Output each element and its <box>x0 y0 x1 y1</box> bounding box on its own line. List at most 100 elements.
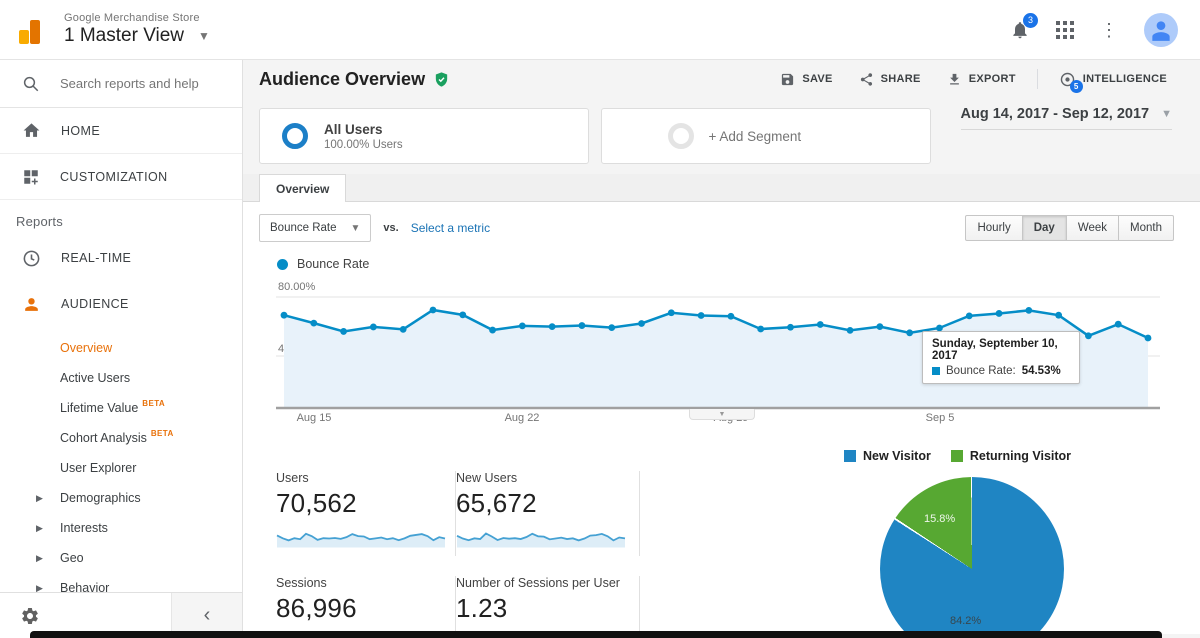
xtick: Aug 15 <box>291 412 337 424</box>
chart-collapse-handle[interactable]: ▼ <box>689 409 755 420</box>
granularity-week[interactable]: Week <box>1067 215 1119 241</box>
metric-value: 70,562 <box>276 488 443 519</box>
sidebar-item-realtime[interactable]: REAL-TIME <box>0 235 242 281</box>
visitor-type-pie-chart[interactable]: 15.8% 84.2% <box>880 477 1064 638</box>
granularity-hourly[interactable]: Hourly <box>965 215 1022 241</box>
search-input[interactable]: Search reports and help <box>0 60 242 108</box>
metric-value: 86,996 <box>276 593 443 624</box>
bounce-rate-chart: 80.00% 40.00% Aug 15 Aug 22 Aug 29 Sep 5… <box>276 281 1166 431</box>
segment-subtitle: 100.00% Users <box>324 139 403 151</box>
sidebar-item-home[interactable]: HOME <box>0 108 242 154</box>
add-segment-button[interactable]: + Add Segment <box>601 108 931 164</box>
home-icon <box>22 121 41 140</box>
expand-arrow-icon: ▶ <box>36 553 43 564</box>
export-label: EXPORT <box>969 73 1016 85</box>
sidebar: Search reports and help HOME CUSTOMIZATI… <box>0 60 243 638</box>
metric-label: New Users <box>456 471 627 485</box>
intelligence-button[interactable]: 5 INTELLIGENCE <box>1050 66 1176 93</box>
subnav-item-active-users[interactable]: Active Users <box>0 363 242 393</box>
toolbar-divider <box>1037 69 1038 89</box>
select-metric-link[interactable]: Select a metric <box>411 221 490 235</box>
series-label: Bounce Rate <box>297 257 369 271</box>
metrics-grid: Users 70,562 New Users 65,672 Sessions 8… <box>276 447 640 638</box>
date-range-selector[interactable]: Aug 14, 2017 - Sep 12, 2017 ▼ <box>961 106 1173 130</box>
tooltip-metric-label: Bounce Rate: <box>946 365 1016 377</box>
avatar[interactable] <box>1144 13 1178 47</box>
subnav-item-cohort-analysis[interactable]: Cohort AnalysisBETA <box>0 423 242 453</box>
xtick: Aug 22 <box>499 412 545 424</box>
account-block: Google Merchandise Store 1 Master View ▼ <box>64 12 210 47</box>
logo-bar-orange <box>30 20 40 44</box>
subnav-item-lifetime-value[interactable]: Lifetime ValueBETA <box>0 393 242 423</box>
intelligence-label: INTELLIGENCE <box>1083 73 1167 85</box>
share-button[interactable]: SHARE <box>850 67 930 92</box>
metric-value: 65,672 <box>456 488 627 519</box>
metric-card-sessions-per-user: Number of Sessions per User 1.23 <box>456 576 640 638</box>
empty-segment-ring-icon <box>668 123 694 149</box>
series-square-icon <box>932 367 940 375</box>
reports-heading: Reports <box>0 200 242 235</box>
subnav-label: Interests <box>60 521 108 535</box>
toolbar-actions: SAVE SHARE EXPORT 5 INTELLIGENCE <box>771 66 1176 93</box>
sidebar-item-label: REAL-TIME <box>61 251 131 265</box>
legend-label: Returning Visitor <box>970 449 1071 463</box>
chevron-left-icon: ‹ <box>204 604 211 627</box>
intelligence-badge: 5 <box>1070 80 1083 93</box>
subnav-item-geo[interactable]: ▶ Geo <box>0 543 242 573</box>
segment-title: All Users <box>324 122 403 137</box>
beta-badge: BETA <box>151 429 174 438</box>
main-content: Audience Overview SAVE SHARE EXPORT <box>243 60 1200 638</box>
chevron-down-icon: ▼ <box>1161 108 1172 120</box>
analytics-logo-icon[interactable] <box>16 14 48 46</box>
subnav-label: Active Users <box>60 371 130 385</box>
date-range-value: Aug 14, 2017 - Sep 12, 2017 <box>961 106 1150 122</box>
metric-dropdown[interactable]: Bounce Rate ▼ <box>259 214 371 242</box>
header-actions: 3 ⋮ <box>1010 13 1200 47</box>
overview-metrics: Users 70,562 New Users 65,672 Sessions 8… <box>259 447 1184 638</box>
sidebar-item-audience[interactable]: AUDIENCE <box>0 281 242 327</box>
report-tabstrip: Overview <box>243 174 1200 202</box>
account-name: Google Merchandise Store <box>64 12 210 24</box>
share-icon <box>859 72 874 87</box>
segment-ring-icon <box>282 123 308 149</box>
export-button[interactable]: EXPORT <box>938 67 1025 92</box>
share-label: SHARE <box>881 73 921 85</box>
granularity-day[interactable]: Day <box>1023 215 1067 241</box>
search-icon <box>22 75 40 93</box>
export-icon <box>947 72 962 87</box>
subnav-item-interests[interactable]: ▶ Interests <box>0 513 242 543</box>
sparkline-users <box>276 523 446 549</box>
metric-card-new-users: New Users 65,672 <box>456 471 640 556</box>
screen-bottom-bar <box>30 631 1162 638</box>
sidebar-item-customization[interactable]: CUSTOMIZATION <box>0 154 242 200</box>
series-dot-icon <box>277 259 288 270</box>
app-header: Google Merchandise Store 1 Master View ▼… <box>0 0 1200 60</box>
granularity-toggle: Hourly Day Week Month <box>965 215 1174 241</box>
subnav-label: Geo <box>60 551 84 565</box>
new-visitor-square-icon <box>844 450 856 462</box>
save-button[interactable]: SAVE <box>771 67 841 92</box>
chart-tooltip: Sunday, September 10, 2017 Bounce Rate: … <box>922 331 1080 384</box>
view-name: 1 Master View <box>64 25 184 47</box>
notifications-button[interactable]: 3 <box>1010 20 1030 40</box>
intelligence-icon: 5 <box>1059 71 1076 88</box>
tooltip-date: Sunday, September 10, 2017 <box>932 338 1070 362</box>
expand-arrow-icon: ▶ <box>36 523 43 534</box>
sidebar-item-label: HOME <box>61 124 100 138</box>
chevron-down-icon: ▼ <box>198 29 210 43</box>
audience-icon <box>22 295 41 314</box>
subnav-item-user-explorer[interactable]: User Explorer <box>0 453 242 483</box>
subnav-item-overview[interactable]: Overview <box>0 333 242 363</box>
save-icon <box>780 72 795 87</box>
pie-slice-label-new: 84.2% <box>950 615 981 627</box>
save-label: SAVE <box>802 73 832 85</box>
segment-all-users[interactable]: All Users 100.00% Users <box>259 108 589 164</box>
overflow-menu-button[interactable]: ⋮ <box>1100 21 1118 39</box>
apps-grid-icon[interactable] <box>1056 21 1074 39</box>
subnav-label: Lifetime Value <box>60 401 138 415</box>
view-switcher[interactable]: 1 Master View ▼ <box>64 24 210 47</box>
tab-overview[interactable]: Overview <box>259 174 346 202</box>
granularity-month[interactable]: Month <box>1119 215 1174 241</box>
tab-label: Overview <box>276 182 329 196</box>
subnav-item-demographics[interactable]: ▶Demographics <box>0 483 242 513</box>
